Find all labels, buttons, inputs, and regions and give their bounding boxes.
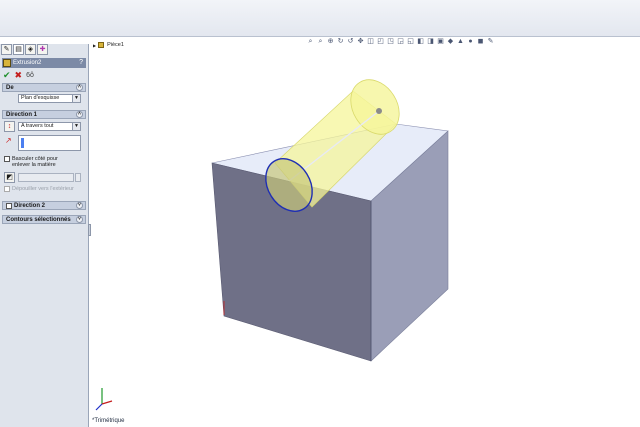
start-condition-select[interactable]: Plan d'esquisse ▼ xyxy=(18,94,81,103)
reverse-direction-icon: ↕ xyxy=(7,123,12,130)
roll-icon[interactable]: ↺ xyxy=(346,37,355,46)
reverse-direction-button[interactable]: ↕ xyxy=(4,121,15,132)
contours-header[interactable]: Contours sélectionnés ˅ xyxy=(2,215,86,224)
direction1-header[interactable]: Direction 1 ˄ xyxy=(2,110,86,119)
ok-button[interactable]: ✔ xyxy=(3,70,11,81)
feature-tree-icon: ✎ xyxy=(3,46,10,53)
heads-up-view-toolbar: ⌕ ⌕ ⊕ ↻ ↺ ✥ ◫ ◰ ◳ ◲ ◱ ◧ ◨ ▣ ◆ ▲ ● ◼ ✎ xyxy=(306,37,495,47)
view-settings-icon[interactable]: ✎ xyxy=(486,37,495,46)
top-view-icon[interactable]: ◳ xyxy=(386,37,395,46)
expand-icon[interactable]: ˅ xyxy=(76,216,83,223)
feature-manager-tab[interactable]: ✎ xyxy=(1,44,12,55)
panel-tabs: ✎ ▤ ◈ ✚ xyxy=(0,44,89,56)
checkbox[interactable] xyxy=(4,186,10,192)
help-button[interactable]: ? xyxy=(79,59,83,66)
triad-x-axis xyxy=(101,400,113,405)
expand-tree-icon[interactable]: ▶ xyxy=(93,43,96,48)
end-condition-select[interactable]: A travers tout ▼ xyxy=(18,122,81,131)
feature-name: Extrusion2 xyxy=(13,60,42,66)
direction-selection-box[interactable] xyxy=(18,135,81,151)
collapse-icon[interactable]: ˄ xyxy=(76,111,83,118)
property-manager-icon: ▤ xyxy=(15,46,22,53)
feature-title-bar: Extrusion2 ? xyxy=(2,58,86,68)
direction2-title: Direction 2 xyxy=(14,202,46,209)
normal-to-icon[interactable]: ◧ xyxy=(416,37,425,46)
zoom-in-out-icon[interactable]: ⊕ xyxy=(326,37,335,46)
pan-icon[interactable]: ✥ xyxy=(356,37,365,46)
confirm-row: ✔ ✖ 6ô xyxy=(3,70,34,80)
edit-appearance-icon[interactable]: ● xyxy=(466,37,475,46)
configuration-icon: ◈ xyxy=(27,46,34,53)
selection-cursor xyxy=(21,138,24,148)
flip-side-label: Basculer côté pour enlever la matière xyxy=(12,156,58,168)
direction2-checkbox[interactable] xyxy=(6,202,12,209)
axis-endpoint-marker xyxy=(376,108,382,114)
chevron-down-icon[interactable]: ▼ xyxy=(72,95,80,102)
checkbox[interactable] xyxy=(4,156,10,162)
view-orientation-icon[interactable]: ▣ xyxy=(436,37,445,46)
view-orientation-label: *Trimétrique xyxy=(92,418,125,424)
chevron-down-icon[interactable]: ▼ xyxy=(72,123,80,130)
dimxpert-icon: ✚ xyxy=(39,46,46,53)
command-manager-ribbon xyxy=(0,0,640,37)
triad-z-axis xyxy=(95,403,103,411)
direction-arrow-icon: ↗ xyxy=(5,136,12,145)
apply-scene-icon[interactable]: ◼ xyxy=(476,37,485,46)
display-style-icon[interactable]: ◆ xyxy=(446,37,455,46)
configuration-manager-tab[interactable]: ◈ xyxy=(25,44,36,55)
collapse-icon[interactable]: ˄ xyxy=(76,84,83,91)
contours-title: Contours sélectionnés xyxy=(6,216,71,223)
front-view-icon[interactable]: ◰ xyxy=(376,37,385,46)
rotate-icon[interactable]: ↻ xyxy=(336,37,345,46)
draft-outward-label: Dépouiller vers l'extérieur xyxy=(12,186,74,192)
part-icon xyxy=(98,42,105,48)
reference-triad xyxy=(95,388,113,411)
direction1-title: Direction 1 xyxy=(6,111,38,118)
detailed-preview-button[interactable]: 6ô xyxy=(26,72,34,79)
start-condition-value: Plan d'esquisse xyxy=(21,95,60,101)
cancel-button[interactable]: ✖ xyxy=(15,70,23,81)
draft-angle-spinner[interactable] xyxy=(75,173,81,182)
feature-tree-flyout[interactable]: ▶ Pièce1 xyxy=(93,42,124,48)
hide-show-icon[interactable]: ▲ xyxy=(456,37,465,46)
flip-side-checkbox[interactable]: Basculer côté pour enlever la matière xyxy=(4,156,62,168)
draft-toggle-button[interactable]: ◩ xyxy=(4,172,15,183)
from-group-header[interactable]: De ˄ xyxy=(2,83,86,92)
end-condition-value: A travers tout xyxy=(21,123,54,129)
draft-outward-checkbox[interactable]: Dépouiller vers l'extérieur xyxy=(4,186,74,192)
previous-view-icon[interactable]: ◫ xyxy=(366,37,375,46)
dimxpert-tab[interactable]: ✚ xyxy=(37,44,48,55)
property-manager-panel: ✎ ▤ ◈ ✚ Extrusion2 ? ✔ ✖ 6ô De ˄ Plan d'… xyxy=(0,44,89,427)
zoom-to-fit-icon[interactable]: ⌕ xyxy=(306,37,315,46)
property-manager-tab[interactable]: ▤ xyxy=(13,44,24,55)
zoom-area-icon[interactable]: ⌕ xyxy=(316,37,325,46)
right-view-icon[interactable]: ◲ xyxy=(396,37,405,46)
graphics-viewport[interactable] xyxy=(91,49,640,427)
direction2-header[interactable]: Direction 2 ˅ xyxy=(2,201,86,210)
from-group-title: De xyxy=(6,84,14,91)
part-name: Pièce1 xyxy=(107,42,124,48)
section-view-icon[interactable]: ◨ xyxy=(426,37,435,46)
isometric-view-icon[interactable]: ◱ xyxy=(406,37,415,46)
draft-icon: ◩ xyxy=(6,174,13,181)
cut-extrude-icon xyxy=(3,59,11,67)
expand-icon[interactable]: ˅ xyxy=(76,202,83,209)
draft-angle-field[interactable] xyxy=(18,173,74,182)
